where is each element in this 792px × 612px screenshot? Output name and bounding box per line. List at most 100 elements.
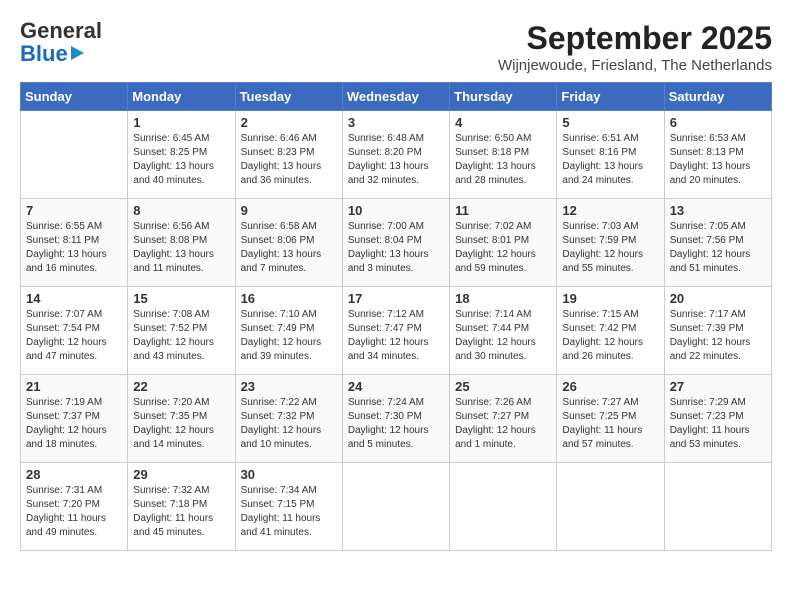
day-info: Sunrise: 7:29 AM Sunset: 7:23 PM Dayligh… bbox=[670, 396, 766, 452]
day-info: Sunrise: 6:45 AM Sunset: 8:25 PM Dayligh… bbox=[133, 132, 229, 188]
day-number: 9 bbox=[241, 203, 337, 218]
day-number: 18 bbox=[455, 291, 551, 306]
day-cell: 24Sunrise: 7:24 AM Sunset: 7:30 PM Dayli… bbox=[342, 375, 449, 463]
day-cell: 3Sunrise: 6:48 AM Sunset: 8:20 PM Daylig… bbox=[342, 111, 449, 199]
day-cell: 6 Sunrise: 6:53 AM Sunset: 8:13 PM Daylig… bbox=[664, 111, 771, 199]
day-cell: 14 Sunrise: 7:07 AM Sunset: 7:54 PM Dayli… bbox=[21, 287, 128, 375]
logo-general-text: General bbox=[20, 20, 102, 43]
day-cell: 10 Sunrise: 7:00 AM Sunset: 8:04 PM Dayli… bbox=[342, 199, 449, 287]
day-number: 22 bbox=[133, 379, 229, 394]
day-info: Sunrise: 6:55 AM Sunset: 8:11 PM Dayligh… bbox=[26, 220, 122, 276]
week-row-4: 21 Sunrise: 7:19 AM Sunset: 7:37 PM Dayli… bbox=[21, 375, 772, 463]
day-cell: 19 Sunrise: 7:15 AM Sunset: 7:42 PM Dayli… bbox=[557, 287, 664, 375]
day-cell: 27 Sunrise: 7:29 AM Sunset: 7:23 PM Dayli… bbox=[664, 375, 771, 463]
day-cell: 13 Sunrise: 7:05 AM Sunset: 7:56 PM Dayli… bbox=[664, 199, 771, 287]
location-title: Wijnjewoude, Friesland, The Netherlands bbox=[498, 57, 772, 74]
col-header-friday: Friday bbox=[557, 83, 664, 111]
day-number: 10 bbox=[348, 203, 444, 218]
day-info: Sunrise: 6:48 AM Sunset: 8:20 PM Dayligh… bbox=[348, 132, 444, 188]
day-number: 19 bbox=[562, 291, 658, 306]
day-number: 27 bbox=[670, 379, 766, 394]
col-header-wednesday: Wednesday bbox=[342, 83, 449, 111]
day-number: 25 bbox=[455, 379, 551, 394]
day-info: Sunrise: 7:20 AM Sunset: 7:35 PM Dayligh… bbox=[133, 396, 229, 452]
day-cell: 11 Sunrise: 7:02 AM Sunset: 8:01 PM Dayli… bbox=[450, 199, 557, 287]
day-cell: 2 Sunrise: 6:46 AM Sunset: 8:23 PM Daylig… bbox=[235, 111, 342, 199]
day-cell: 28 Sunrise: 7:31 AM Sunset: 7:20 PM Dayli… bbox=[21, 463, 128, 551]
day-number: 17 bbox=[348, 291, 444, 306]
day-info: Sunrise: 7:14 AM Sunset: 7:44 PM Dayligh… bbox=[455, 308, 551, 364]
day-info: Sunrise: 7:03 AM Sunset: 7:59 PM Dayligh… bbox=[562, 220, 658, 276]
day-cell: 15 Sunrise: 7:08 AM Sunset: 7:52 PM Dayli… bbox=[128, 287, 235, 375]
day-info: Sunrise: 7:00 AM Sunset: 8:04 PM Dayligh… bbox=[348, 220, 444, 276]
day-cell: 7Sunrise: 6:55 AM Sunset: 8:11 PM Daylig… bbox=[21, 199, 128, 287]
day-cell: 4Sunrise: 6:50 AM Sunset: 8:18 PM Daylig… bbox=[450, 111, 557, 199]
day-number: 23 bbox=[241, 379, 337, 394]
day-cell: 26 Sunrise: 7:27 AM Sunset: 7:25 PM Dayli… bbox=[557, 375, 664, 463]
day-info: Sunrise: 7:10 AM Sunset: 7:49 PM Dayligh… bbox=[241, 308, 337, 364]
day-info: Sunrise: 7:27 AM Sunset: 7:25 PM Dayligh… bbox=[562, 396, 658, 452]
logo: General Blue bbox=[20, 20, 102, 65]
day-number: 11 bbox=[455, 203, 551, 218]
day-cell: 9 Sunrise: 6:58 AM Sunset: 8:06 PM Daylig… bbox=[235, 199, 342, 287]
day-number: 5 bbox=[562, 115, 658, 130]
week-row-3: 14 Sunrise: 7:07 AM Sunset: 7:54 PM Dayli… bbox=[21, 287, 772, 375]
day-info: Sunrise: 7:32 AM Sunset: 7:18 PM Dayligh… bbox=[133, 484, 229, 540]
day-number: 4 bbox=[455, 115, 551, 130]
day-number: 29 bbox=[133, 467, 229, 482]
day-number: 6 bbox=[670, 115, 766, 130]
day-cell bbox=[21, 111, 128, 199]
day-info: Sunrise: 7:08 AM Sunset: 7:52 PM Dayligh… bbox=[133, 308, 229, 364]
day-cell: 29 Sunrise: 7:32 AM Sunset: 7:18 PM Dayli… bbox=[128, 463, 235, 551]
day-number: 13 bbox=[670, 203, 766, 218]
col-header-tuesday: Tuesday bbox=[235, 83, 342, 111]
title-area: September 2025 Wijnjewoude, Friesland, T… bbox=[498, 20, 772, 74]
day-number: 26 bbox=[562, 379, 658, 394]
logo-blue-row: Blue bbox=[20, 43, 102, 65]
day-info: Sunrise: 7:19 AM Sunset: 7:37 PM Dayligh… bbox=[26, 396, 122, 452]
day-cell bbox=[664, 463, 771, 551]
day-info: Sunrise: 6:56 AM Sunset: 8:08 PM Dayligh… bbox=[133, 220, 229, 276]
day-info: Sunrise: 7:02 AM Sunset: 8:01 PM Dayligh… bbox=[455, 220, 551, 276]
day-info: Sunrise: 7:22 AM Sunset: 7:32 PM Dayligh… bbox=[241, 396, 337, 452]
day-cell: 8Sunrise: 6:56 AM Sunset: 8:08 PM Daylig… bbox=[128, 199, 235, 287]
week-row-1: 1Sunrise: 6:45 AM Sunset: 8:25 PM Daylig… bbox=[21, 111, 772, 199]
day-cell bbox=[557, 463, 664, 551]
day-cell: 16 Sunrise: 7:10 AM Sunset: 7:49 PM Dayli… bbox=[235, 287, 342, 375]
day-cell: 30 Sunrise: 7:34 AM Sunset: 7:15 PM Dayli… bbox=[235, 463, 342, 551]
day-info: Sunrise: 7:05 AM Sunset: 7:56 PM Dayligh… bbox=[670, 220, 766, 276]
col-header-thursday: Thursday bbox=[450, 83, 557, 111]
day-info: Sunrise: 6:51 AM Sunset: 8:16 PM Dayligh… bbox=[562, 132, 658, 188]
day-info: Sunrise: 7:34 AM Sunset: 7:15 PM Dayligh… bbox=[241, 484, 337, 540]
day-cell bbox=[450, 463, 557, 551]
day-cell: 22 Sunrise: 7:20 AM Sunset: 7:35 PM Dayli… bbox=[128, 375, 235, 463]
day-number: 28 bbox=[26, 467, 122, 482]
day-number: 20 bbox=[670, 291, 766, 306]
day-number: 21 bbox=[26, 379, 122, 394]
day-info: Sunrise: 6:58 AM Sunset: 8:06 PM Dayligh… bbox=[241, 220, 337, 276]
day-number: 15 bbox=[133, 291, 229, 306]
day-cell: 25 Sunrise: 7:26 AM Sunset: 7:27 PM Dayli… bbox=[450, 375, 557, 463]
day-cell: 20Sunrise: 7:17 AM Sunset: 7:39 PM Dayli… bbox=[664, 287, 771, 375]
day-cell: 18 Sunrise: 7:14 AM Sunset: 7:44 PM Dayli… bbox=[450, 287, 557, 375]
logo-arrow-icon bbox=[71, 46, 84, 60]
day-number: 2 bbox=[241, 115, 337, 130]
week-row-5: 28 Sunrise: 7:31 AM Sunset: 7:20 PM Dayli… bbox=[21, 463, 772, 551]
day-info: Sunrise: 7:31 AM Sunset: 7:20 PM Dayligh… bbox=[26, 484, 122, 540]
day-cell: 1Sunrise: 6:45 AM Sunset: 8:25 PM Daylig… bbox=[128, 111, 235, 199]
day-info: Sunrise: 6:46 AM Sunset: 8:23 PM Dayligh… bbox=[241, 132, 337, 188]
day-info: Sunrise: 7:15 AM Sunset: 7:42 PM Dayligh… bbox=[562, 308, 658, 364]
day-info: Sunrise: 7:12 AM Sunset: 7:47 PM Dayligh… bbox=[348, 308, 444, 364]
calendar-table: SundayMondayTuesdayWednesdayThursdayFrid… bbox=[20, 82, 772, 551]
month-title: September 2025 bbox=[498, 20, 772, 57]
day-cell: 17 Sunrise: 7:12 AM Sunset: 7:47 PM Dayli… bbox=[342, 287, 449, 375]
col-header-monday: Monday bbox=[128, 83, 235, 111]
day-info: Sunrise: 7:26 AM Sunset: 7:27 PM Dayligh… bbox=[455, 396, 551, 452]
day-number: 14 bbox=[26, 291, 122, 306]
day-number: 24 bbox=[348, 379, 444, 394]
day-number: 16 bbox=[241, 291, 337, 306]
day-cell: 23 Sunrise: 7:22 AM Sunset: 7:32 PM Dayli… bbox=[235, 375, 342, 463]
day-info: Sunrise: 7:07 AM Sunset: 7:54 PM Dayligh… bbox=[26, 308, 122, 364]
day-number: 30 bbox=[241, 467, 337, 482]
day-info: Sunrise: 6:53 AM Sunset: 8:13 PM Dayligh… bbox=[670, 132, 766, 188]
